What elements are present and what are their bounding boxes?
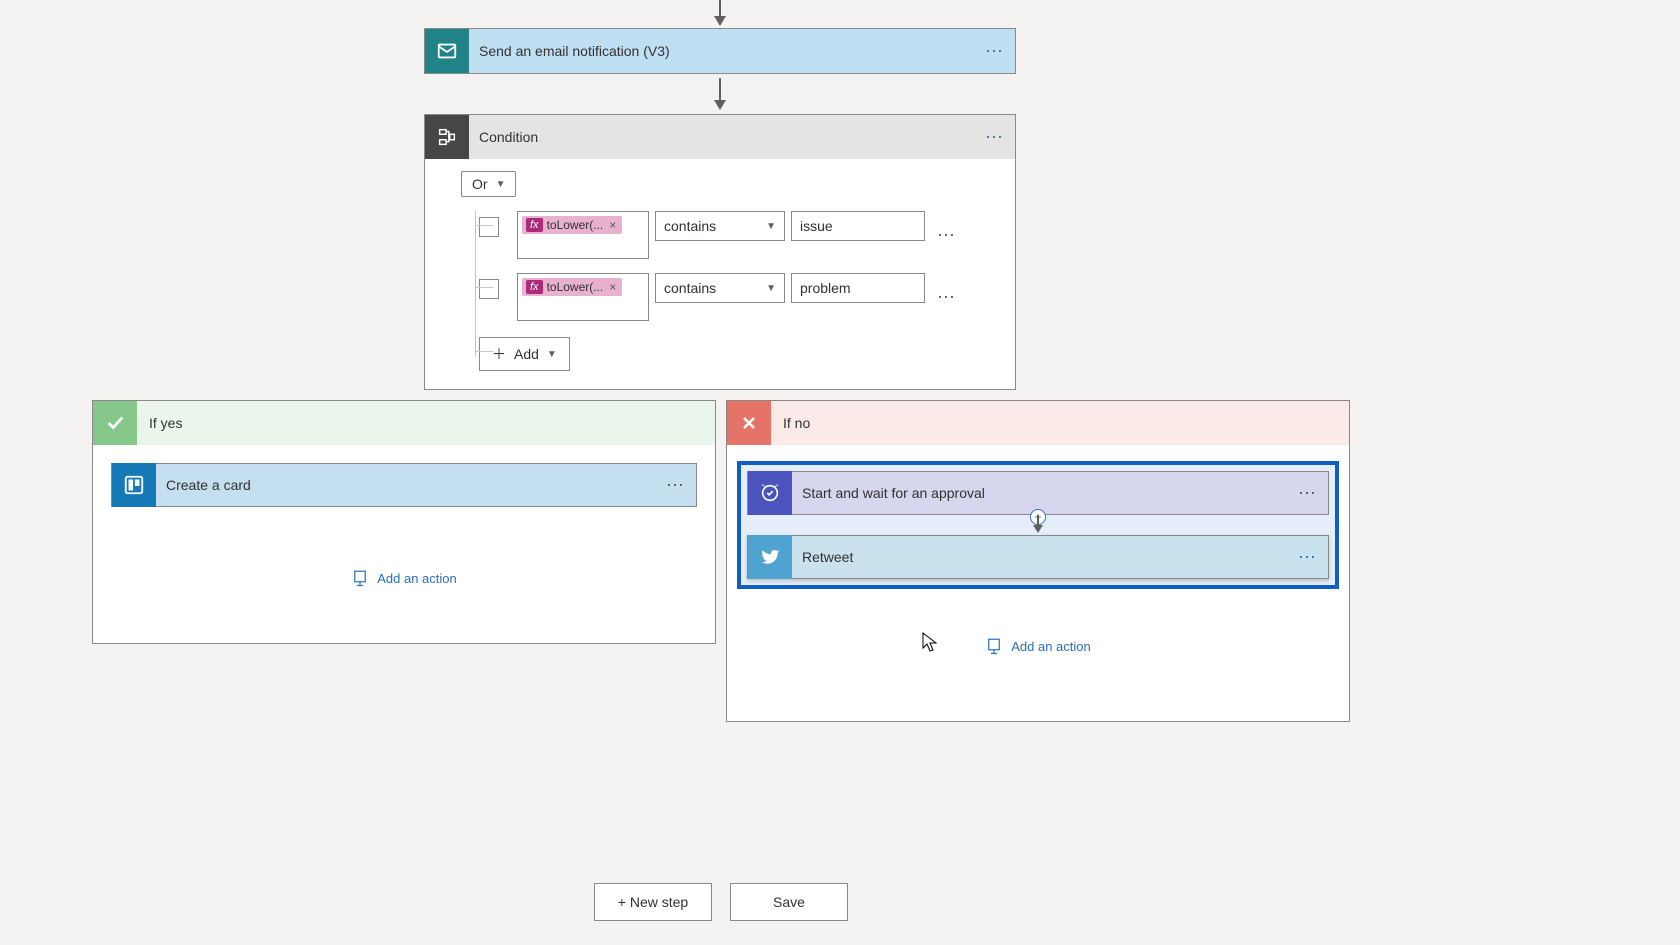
operator-select[interactable]: contains ▼: [655, 211, 785, 241]
left-operand-input[interactable]: fx toLower(... ×: [517, 211, 649, 259]
row-menu[interactable]: [931, 287, 957, 308]
arrow-connector: [1037, 515, 1039, 531]
retweet-step-title: Retweet: [792, 549, 1288, 565]
row-menu[interactable]: [931, 225, 957, 246]
tree-line: [475, 211, 476, 357]
mail-icon: [425, 29, 469, 73]
condition-title: Condition: [469, 129, 975, 145]
tree-branch-line: [475, 225, 493, 226]
add-action-label: Add an action: [377, 571, 457, 586]
add-condition-label: Add: [514, 346, 539, 362]
trello-step-title: Create a card: [156, 477, 656, 493]
condition-row: fx toLower(... × contains ▼ issue: [479, 211, 997, 259]
save-button[interactable]: Save: [730, 883, 848, 921]
value-input[interactable]: issue: [791, 211, 925, 241]
condition-menu[interactable]: [975, 127, 1015, 148]
operator-label: contains: [664, 218, 716, 234]
check-icon: [93, 401, 137, 445]
add-action-button[interactable]: Add an action: [727, 619, 1349, 665]
twitter-icon: [748, 535, 792, 579]
group-operator-label: Or: [472, 176, 488, 192]
approval-step-title: Start and wait for an approval: [792, 485, 1288, 501]
add-action-label: Add an action: [1011, 639, 1091, 654]
new-step-button[interactable]: + New step: [594, 883, 712, 921]
add-action-button[interactable]: Add an action: [93, 551, 715, 597]
approval-step-menu[interactable]: [1288, 483, 1328, 504]
token-remove-icon[interactable]: ×: [607, 218, 618, 232]
fx-token[interactable]: fx toLower(... ×: [522, 278, 622, 296]
token-remove-icon[interactable]: ×: [607, 280, 618, 294]
add-condition-button[interactable]: ＋ Add ▼: [479, 337, 570, 371]
value-text: problem: [800, 280, 851, 296]
tree-branch-line: [475, 287, 493, 288]
tree-branch-line: [475, 351, 493, 352]
condition-row: fx toLower(... × contains ▼ problem: [479, 273, 997, 321]
chevron-down-icon: ▼: [766, 283, 776, 294]
left-operand-input[interactable]: fx toLower(... ×: [517, 273, 649, 321]
condition-step[interactable]: Condition Or ▼ fx toLower(... ×: [424, 114, 1016, 390]
retweet-step-menu[interactable]: [1288, 547, 1328, 568]
close-icon: [727, 401, 771, 445]
chevron-down-icon: ▼: [496, 179, 506, 190]
if-no-title: If no: [771, 415, 810, 431]
save-label: Save: [773, 894, 805, 910]
plus-icon: ＋: [492, 344, 506, 364]
trello-step-menu[interactable]: [656, 475, 696, 496]
arrow-connector: [719, 78, 721, 108]
retweet-step[interactable]: Retweet: [747, 535, 1329, 579]
group-operator-selector[interactable]: Or ▼: [461, 171, 516, 197]
email-notification-step[interactable]: Send an email notification (V3): [424, 28, 1016, 74]
if-yes-title: If yes: [137, 415, 182, 431]
value-input[interactable]: problem: [791, 273, 925, 303]
arrow-connector: [719, 0, 721, 24]
selected-step-group: Start and wait for an approval + Retweet: [737, 461, 1339, 589]
fx-token-label: toLower(...: [547, 280, 604, 294]
condition-icon: [425, 115, 469, 159]
fx-token[interactable]: fx toLower(... ×: [522, 216, 622, 234]
chevron-down-icon: ▼: [766, 221, 776, 232]
add-action-icon: [351, 569, 369, 587]
add-action-icon: [985, 637, 1003, 655]
operator-select[interactable]: contains ▼: [655, 273, 785, 303]
email-step-title: Send an email notification (V3): [469, 43, 975, 59]
row-checkbox[interactable]: [479, 217, 499, 237]
value-text: issue: [800, 218, 833, 234]
new-step-label: + New step: [618, 894, 688, 910]
chevron-down-icon: ▼: [547, 349, 557, 360]
email-step-menu[interactable]: [975, 41, 1015, 62]
if-no-header[interactable]: If no: [727, 401, 1349, 445]
if-no-branch: If no Start and wait for an approval + R…: [726, 400, 1350, 722]
operator-label: contains: [664, 280, 716, 296]
row-checkbox[interactable]: [479, 279, 499, 299]
approval-icon: [748, 471, 792, 515]
trello-icon: [112, 463, 156, 507]
trello-create-card-step[interactable]: Create a card: [111, 463, 697, 507]
if-yes-branch: If yes Create a card Add an action: [92, 400, 716, 644]
fx-token-label: toLower(...: [547, 218, 604, 232]
flow-designer-canvas: Send an email notification (V3) Conditio…: [0, 0, 1680, 945]
fx-badge-icon: fx: [526, 218, 543, 232]
if-yes-header[interactable]: If yes: [93, 401, 715, 445]
fx-badge-icon: fx: [526, 280, 543, 294]
